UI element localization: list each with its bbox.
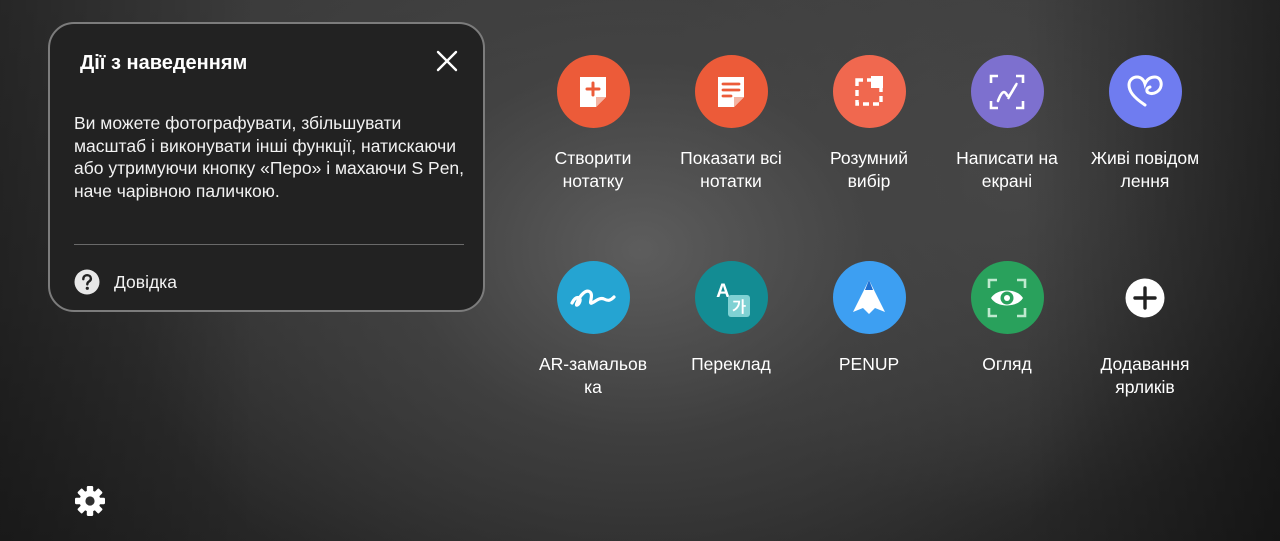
add-icon <box>1109 261 1182 334</box>
shortcut-smart-select[interactable]: Розумний вибір <box>800 55 938 193</box>
shortcut-label: AR-замальов ка <box>538 354 648 397</box>
shortcut-add[interactable]: Додавання ярликів <box>1076 261 1214 399</box>
help-link[interactable]: Довідка <box>74 268 177 296</box>
shortcut-screen-write[interactable]: Написати на екрані <box>938 55 1076 193</box>
shortcut-ar-doodle[interactable]: AR-замальов ка <box>524 261 662 399</box>
shortcut-label: Огляд <box>982 354 1032 374</box>
shortcut-label: Живі повідом лення <box>1090 148 1200 191</box>
ar-doodle-icon <box>556 261 630 334</box>
shortcut-label: Створити нотатку <box>554 148 632 191</box>
shortcut-label: Показати всі нотатки <box>680 148 782 191</box>
create-note-icon <box>556 55 630 128</box>
shortcut-label: PENUP <box>838 354 900 374</box>
shortcut-grid: Створити нотатку Показати всі нотатки Ро… <box>524 55 1214 415</box>
gear-icon <box>75 486 105 516</box>
info-card: Дії з наведенням Ви можете фотографувати… <box>48 22 485 312</box>
card-description: Ви можете фотографувати, збільшувати мас… <box>74 113 465 201</box>
shortcut-bixby-vision[interactable]: Огляд <box>938 261 1076 376</box>
close-icon <box>436 50 458 72</box>
shortcut-label: Переклад <box>691 354 771 374</box>
shortcut-label: Додавання ярликів <box>1100 354 1190 397</box>
divider <box>74 244 464 245</box>
bixby-vision-icon <box>970 261 1044 334</box>
shortcut-label: Розумний вибір <box>829 148 909 191</box>
live-messages-icon <box>1108 55 1182 128</box>
svg-text:가: 가 <box>732 298 746 316</box>
help-label: Довідка <box>114 271 177 292</box>
shortcut-label: Написати на екрані <box>956 148 1058 191</box>
shortcut-create-note[interactable]: Створити нотатку <box>524 55 662 193</box>
shortcut-penup[interactable]: PENUP <box>800 261 938 376</box>
help-icon <box>74 269 100 295</box>
shortcut-translate[interactable]: A 가 Переклад <box>662 261 800 376</box>
settings-button[interactable] <box>73 484 107 518</box>
smart-select-icon <box>832 55 906 128</box>
translate-icon: A 가 <box>694 261 768 334</box>
card-title: Дії з наведенням <box>80 52 248 74</box>
screen-write-icon <box>970 55 1044 128</box>
penup-icon <box>832 261 906 334</box>
close-button[interactable] <box>432 46 462 76</box>
view-all-notes-icon <box>694 55 768 128</box>
shortcut-view-all-notes[interactable]: Показати всі нотатки <box>662 55 800 193</box>
shortcut-live-messages[interactable]: Живі повідом лення <box>1076 55 1214 193</box>
